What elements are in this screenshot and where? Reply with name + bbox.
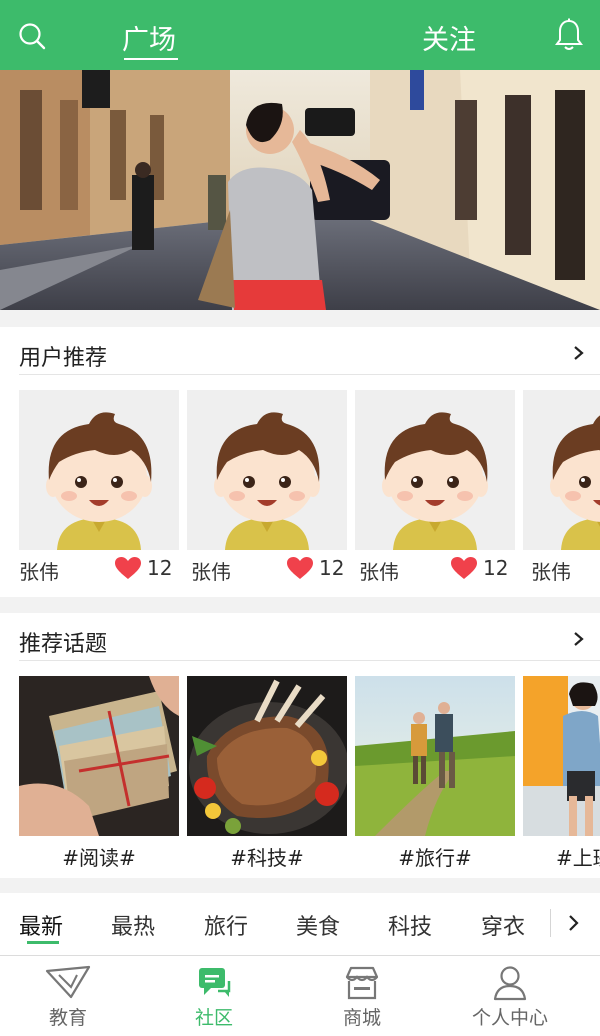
avatar [187,390,347,550]
nav-label: 教育 [48,1007,87,1029]
topic-image-reading[interactable] [19,676,179,836]
user-name[interactable]: 张伟 [191,556,231,585]
heart-icon[interactable] [450,556,478,580]
divider [19,374,600,375]
like-count: 12 [147,556,173,580]
topic-list: #阅读# #科技# #旅行# #上班 [0,676,600,876]
chevron-right-icon[interactable] [567,915,581,931]
heart-icon[interactable] [114,556,142,580]
nav-community[interactable]: 社区 [164,956,264,1030]
category-tab-latest[interactable]: 最新 [19,909,63,941]
chevron-right-icon[interactable] [572,632,586,646]
category-active-indicator [27,941,59,944]
avatar [523,390,600,550]
tab-follow[interactable]: 关注 [422,18,476,57]
banner-image[interactable] [0,70,600,310]
category-tab-food[interactable]: 美食 [296,909,340,941]
section-title: 推荐话题 [19,632,108,657]
topic-label[interactable]: #阅读# [19,842,179,871]
divider [19,660,600,661]
heart-icon[interactable] [286,556,314,580]
user-avatar-card[interactable] [523,390,600,550]
top-bar: 广场 关注 [0,0,600,70]
avatar [355,390,515,550]
category-tab-tech[interactable]: 科技 [388,909,432,941]
user-avatar-card[interactable] [187,390,347,550]
user-list: 张伟 12 张伟 12 张伟 12 张伟 [0,390,600,590]
nav-education[interactable]: 教育 [18,956,118,1030]
nav-store[interactable]: 商城 [312,956,412,1030]
tab-active-indicator [124,58,178,60]
user-avatar-card[interactable] [19,390,179,550]
user-name[interactable]: 张伟 [531,556,571,585]
divider [550,909,551,937]
topic-label[interactable]: #科技# [187,842,347,871]
person-icon [493,966,527,1001]
topic-label[interactable]: #上班 [523,842,600,871]
nav-label: 商城 [342,1007,381,1029]
topic-image-travel[interactable] [355,676,515,836]
search-icon[interactable] [18,22,46,50]
tab-plaza[interactable]: 广场 [122,18,176,57]
store-icon [345,966,379,1000]
category-tab-hot[interactable]: 最热 [111,909,155,941]
user-name[interactable]: 张伟 [19,556,59,585]
like-count: 12 [319,556,345,580]
avatar [19,390,179,550]
nav-label: 个人中心 [471,1007,548,1029]
bell-icon[interactable] [555,18,583,52]
bottom-nav: 教育 社区 商城 个人中心 [0,955,600,1036]
education-icon [45,965,91,999]
chevron-right-icon[interactable] [572,346,586,360]
topic-image-tech[interactable] [187,676,347,836]
community-icon [199,968,231,997]
category-tab-bar: 最新 最热 旅行 美食 科技 穿衣 [0,893,600,955]
category-tab-travel[interactable]: 旅行 [204,909,248,941]
nav-profile[interactable]: 个人中心 [460,956,560,1030]
user-recommend-section: 用户推荐 张伟 12 张伟 12 张伟 12 张伟 [0,327,600,597]
topic-recommend-section: 推荐话题 #阅读# #科技# #旅行# #上 [0,613,600,878]
topic-image-work[interactable] [523,676,600,836]
like-count: 12 [483,556,509,580]
topic-label[interactable]: #旅行# [355,842,515,871]
user-avatar-card[interactable] [355,390,515,550]
section-title: 用户推荐 [19,346,108,371]
category-tab-clothing[interactable]: 穿衣 [481,909,525,941]
nav-label: 社区 [194,1007,233,1029]
user-name[interactable]: 张伟 [359,556,399,585]
